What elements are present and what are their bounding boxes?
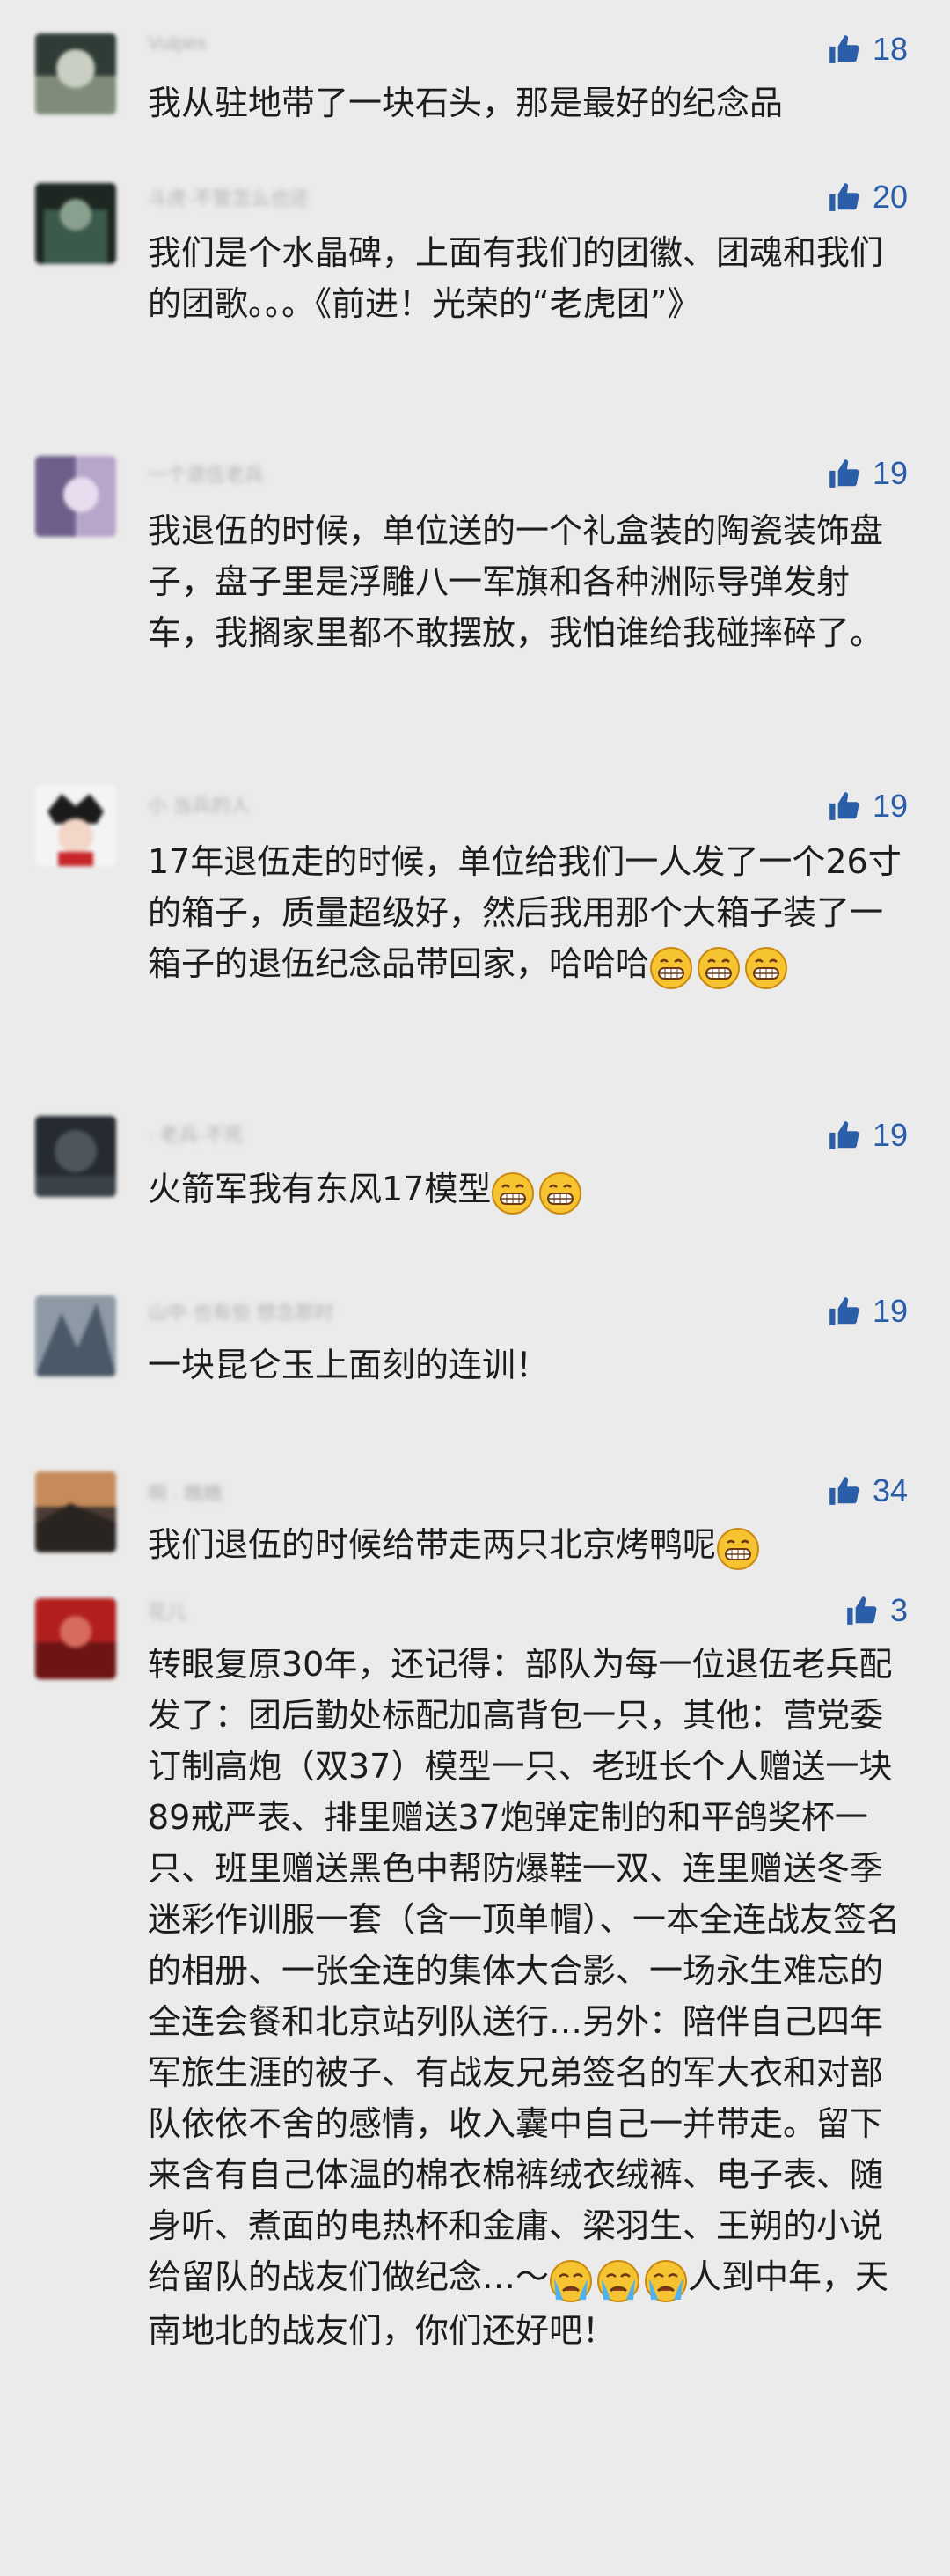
comment-text: 17年退伍走的时候，单位给我们一人发了一个26寸的箱子，质量超级好，然后我用那个… <box>148 836 908 992</box>
comment-text: 我退伍的时候，单位送的一个礼盒装的陶瓷装饰盘子，盘子里是浮雕八一军旗和各种洲际导… <box>148 511 884 652</box>
grin-emoji-icon <box>744 941 788 992</box>
like-count: 3 <box>889 1592 908 1628</box>
comment-text: 转眼复原30年，还记得：部队为每一位退伍老兵配发了：团后勤处标配加高背包一只，其… <box>148 1645 901 2350</box>
like-count: 19 <box>872 1293 908 1329</box>
author-name[interactable]: Vulpes <box>148 32 206 58</box>
grin-emoji-icon <box>491 1166 535 1217</box>
like-count: 20 <box>872 179 908 215</box>
like-count: 18 <box>872 31 908 67</box>
grin-emoji-icon <box>649 941 693 992</box>
thumbs-up-icon <box>829 1297 859 1325</box>
like-button[interactable]: 34 <box>827 1471 908 1510</box>
thumbs-up-icon <box>829 183 859 211</box>
like-count: 34 <box>872 1472 908 1508</box>
thumbs-up-icon <box>829 459 859 488</box>
emoji-group <box>649 941 788 992</box>
thumbs-up-icon <box>829 35 859 63</box>
avatar[interactable] <box>35 1598 116 1679</box>
like-button[interactable]: 19 <box>827 454 908 493</box>
avatar[interactable] <box>35 1295 116 1376</box>
author-name[interactable]: 啊 · 瞧瞧 <box>148 1479 223 1505</box>
like-button[interactable]: 19 <box>827 1292 908 1331</box>
avatar[interactable] <box>35 1471 116 1552</box>
author-name[interactable]: 斗虎·不管怎么也还 <box>148 183 309 209</box>
like-button[interactable]: 18 <box>827 30 908 69</box>
avatar[interactable] <box>35 456 116 537</box>
grin-emoji-icon <box>697 941 741 992</box>
thumbs-up-icon <box>829 1477 859 1505</box>
avatar[interactable] <box>35 183 116 264</box>
avatar[interactable] <box>35 33 116 114</box>
like-count: 19 <box>872 1117 908 1153</box>
grin-emoji-icon <box>538 1166 582 1217</box>
author-name[interactable]: 花儿 <box>148 1596 186 1623</box>
author-name[interactable]: 小 当兵的人 <box>148 790 250 817</box>
author-name[interactable]: 山中·也有些 想念那时 <box>148 1297 333 1324</box>
like-button[interactable]: 20 <box>827 178 908 217</box>
author-name[interactable]: · 老兵·不死 <box>148 1119 244 1146</box>
cry-emoji-icon <box>549 2254 593 2305</box>
comment-text: 我从驻地带了一块石头，那是最好的纪念品 <box>148 84 784 122</box>
cry-emoji-icon <box>644 2254 688 2305</box>
comment-text: 我们是个水晶碑，上面有我们的团徽、团魂和我们的团歌。。。《前进！光荣的“老虎团”… <box>148 233 884 323</box>
like-button[interactable]: 19 <box>827 1116 908 1155</box>
thumbs-up-icon <box>829 792 859 820</box>
thumbs-up-icon <box>829 1121 859 1149</box>
comment-text: 我们退伍的时候给带走两只北京烤鸭呢 <box>148 1519 908 1573</box>
like-count: 19 <box>872 455 908 491</box>
thumbs-up-icon <box>847 1596 877 1625</box>
emoji-group <box>716 1522 760 1573</box>
emoji-group <box>491 1166 582 1217</box>
comment-feed: Vulpes 18 我从驻地带了一块石头，那是最好的纪念品 斗虎·不管怎么也还 … <box>0 0 950 2576</box>
grin-emoji-icon <box>716 1522 760 1573</box>
like-count: 19 <box>872 788 908 824</box>
emoji-group <box>549 2254 688 2305</box>
avatar[interactable] <box>35 1116 116 1197</box>
like-button[interactable]: 3 <box>844 1591 908 1630</box>
comment-text: 火箭军我有东风17模型 <box>148 1163 908 1217</box>
like-button[interactable]: 19 <box>827 787 908 826</box>
cry-emoji-icon <box>596 2254 640 2305</box>
comment-text: 一块昆仑玉上面刻的连训！ <box>148 1346 550 1384</box>
author-name[interactable]: 一个退伍老兵 <box>148 459 264 486</box>
avatar[interactable] <box>35 785 116 866</box>
